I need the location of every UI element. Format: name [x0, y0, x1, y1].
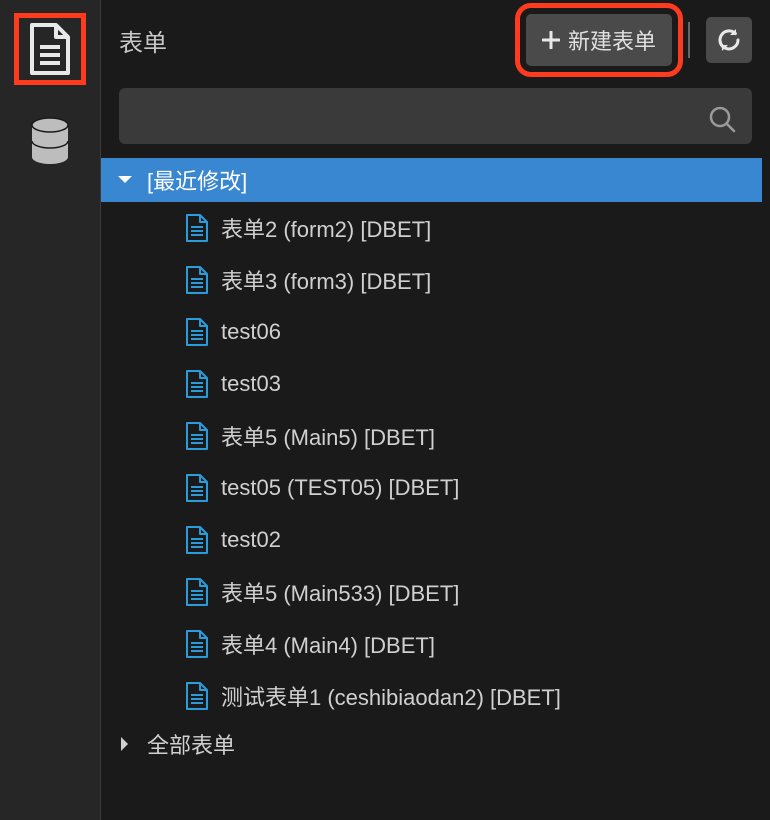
tree-group-label: 全部表单 [147, 728, 235, 760]
main-panel: 表单 新建表单 [100, 0, 770, 820]
sidebar-item-forms[interactable] [19, 18, 81, 80]
tree-item-label: test06 [221, 319, 281, 345]
form-icon [185, 214, 209, 242]
tree-item[interactable]: test05 (TEST05) [DBET] [101, 462, 762, 514]
form-icon [185, 474, 209, 502]
tree-item-label: test03 [221, 371, 281, 397]
search-input[interactable] [119, 88, 752, 144]
document-icon [28, 23, 72, 75]
form-icon [185, 266, 209, 294]
tree-item-label: test05 (TEST05) [DBET] [221, 475, 459, 501]
form-icon [185, 370, 209, 398]
chevron-right-icon [115, 736, 135, 752]
tree-item[interactable]: test06 [101, 306, 762, 358]
form-icon [185, 526, 209, 554]
tree-item[interactable]: 表单3 (form3) [DBET] [101, 254, 762, 306]
tree-group-label: [最近修改] [147, 164, 247, 196]
refresh-button[interactable] [706, 17, 752, 63]
tree-item[interactable]: test02 [101, 514, 762, 566]
form-icon [185, 578, 209, 606]
search-container [101, 80, 770, 158]
refresh-icon [716, 27, 742, 53]
tree-item[interactable]: 测试表单1 (ceshibiaodan2) [DBET] [101, 670, 762, 722]
form-icon [185, 630, 209, 658]
tree-item-label: 表单5 (Main5) [DBET] [221, 420, 435, 452]
header: 表单 新建表单 [101, 0, 770, 80]
tree-item-label: 表单5 (Main533) [DBET] [221, 576, 459, 608]
tree-item[interactable]: 表单5 (Main5) [DBET] [101, 410, 762, 462]
form-icon [185, 422, 209, 450]
form-tree: [最近修改] 表单2 (form2) [DBET] 表单3 (form3) [D… [101, 158, 770, 820]
divider [688, 22, 690, 58]
chevron-down-icon [115, 175, 135, 185]
form-icon [185, 682, 209, 710]
tree-item[interactable]: 表单2 (form2) [DBET] [101, 202, 762, 254]
tree-item-label: 表单4 (Main4) [DBET] [221, 628, 435, 660]
tree-group[interactable]: 全部表单 [101, 722, 762, 766]
form-icon [185, 318, 209, 346]
tree-item[interactable]: 表单4 (Main4) [DBET] [101, 618, 762, 670]
tree-item[interactable]: 表单5 (Main533) [DBET] [101, 566, 762, 618]
tree-item-label: 测试表单1 (ceshibiaodan2) [DBET] [221, 680, 561, 712]
page-title: 表单 [119, 23, 514, 58]
sidebar-item-database[interactable] [19, 110, 81, 172]
left-sidebar [0, 0, 100, 820]
tree-item-label: test02 [221, 527, 281, 553]
new-form-button[interactable]: 新建表单 [526, 14, 672, 66]
plus-icon [542, 31, 560, 49]
new-form-label: 新建表单 [568, 24, 656, 56]
database-icon [28, 117, 72, 165]
tree-item-label: 表单3 (form3) [DBET] [221, 264, 431, 296]
tree-item[interactable]: test03 [101, 358, 762, 410]
tree-group[interactable]: [最近修改] [101, 158, 762, 202]
tree-item-label: 表单2 (form2) [DBET] [221, 212, 431, 244]
